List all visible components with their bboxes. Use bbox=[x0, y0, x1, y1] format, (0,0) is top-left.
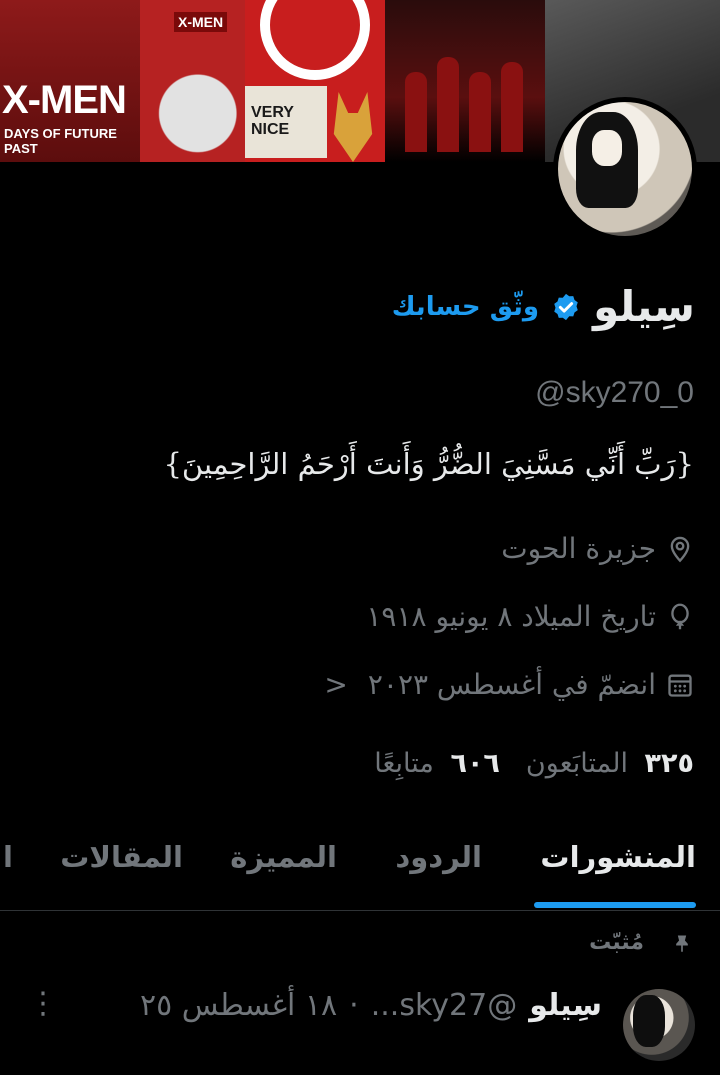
profile-location-row: جزيرة الحوت bbox=[501, 532, 694, 565]
profile-birth-row: تاريخ الميلاد ٨ يونيو ١٩١٨ bbox=[366, 600, 694, 633]
profile-joined-row[interactable]: انضمّ في أغسطس ٢٠٢٣ < bbox=[324, 668, 694, 701]
verified-badge-icon bbox=[554, 293, 578, 320]
profile-tabs: المنشورات الردود المميزة المقالات ا bbox=[0, 840, 720, 910]
banner-quote-text: VERY NICE bbox=[251, 104, 294, 138]
followers-stat[interactable]: ٣٢٥ المتابَعون bbox=[526, 748, 694, 779]
tab-articles[interactable]: المقالات bbox=[60, 840, 183, 910]
banner-figure bbox=[469, 72, 491, 152]
followers-label: المتابَعون bbox=[525, 748, 628, 779]
tweet-author-name[interactable]: سِيلو bbox=[529, 988, 602, 1023]
banner-poster-subtitle: DAYS OF FUTURE PAST bbox=[4, 126, 117, 156]
tweet-avatar-hair bbox=[633, 995, 665, 1047]
avatar-image bbox=[558, 102, 692, 236]
avatar-face bbox=[592, 130, 622, 166]
verify-account-link[interactable]: وثّق حسابك bbox=[392, 292, 539, 322]
following-label: متابِعًا bbox=[374, 748, 434, 779]
profile-birth-date: تاريخ الميلاد ٨ يونيو ١٩١٨ bbox=[366, 600, 656, 633]
banner-poster-red: VERY NICE bbox=[245, 0, 385, 162]
tweet-author-handle[interactable]: @sky27... bbox=[371, 988, 517, 1023]
profile-name-row: سِيلو وثّق حسابك bbox=[392, 282, 695, 331]
banner-figure bbox=[405, 72, 427, 152]
profile-stats: ٣٢٥ المتابَعون ٦٠٦ متابِعًا bbox=[374, 748, 694, 779]
tab-media[interactable]: ا bbox=[3, 840, 13, 910]
pinned-label: مُثبّت bbox=[589, 930, 644, 955]
calendar-icon bbox=[668, 674, 692, 697]
banner-poster-clock: X-MEN bbox=[140, 0, 245, 162]
banner-poster-title: X-MEN bbox=[2, 78, 127, 122]
tweet-header: سِيلو @sky27... · ١٨ أغسطس ٢٥ bbox=[140, 988, 602, 1023]
tweet-author-avatar[interactable] bbox=[623, 989, 695, 1061]
profile-name: سِيلو bbox=[593, 282, 695, 331]
banner-x-logo-circle bbox=[260, 0, 370, 80]
pinned-indicator: مُثبّت bbox=[589, 930, 692, 955]
location-icon bbox=[670, 536, 690, 562]
profile-avatar[interactable] bbox=[553, 97, 697, 241]
tab-highlights[interactable]: المميزة bbox=[230, 840, 337, 910]
tweet-date[interactable]: ١٨ أغسطس ٢٥ bbox=[140, 988, 337, 1023]
chevron-icon[interactable]: < bbox=[324, 668, 347, 701]
banner-poster-xmen: X-MEN DAYS OF FUTURE PAST bbox=[0, 0, 140, 162]
active-tab-indicator bbox=[534, 902, 696, 908]
banner-wolverine-figure bbox=[333, 92, 373, 162]
tabs-divider bbox=[0, 910, 720, 911]
following-stat[interactable]: ٦٠٦ متابِعًا bbox=[374, 748, 500, 779]
followers-count: ٣٢٥ bbox=[644, 748, 694, 779]
banner-poster-group bbox=[385, 0, 545, 162]
tab-replies[interactable]: الردود bbox=[395, 840, 482, 910]
following-count: ٦٠٦ bbox=[450, 748, 500, 779]
banner-figure bbox=[437, 57, 459, 152]
pin-icon bbox=[676, 935, 688, 952]
profile-joined-date: انضمّ في أغسطس ٢٠٢٣ bbox=[367, 668, 656, 701]
banner-figure bbox=[501, 62, 523, 152]
tweet-meta-separator: · bbox=[349, 988, 359, 1023]
tab-posts[interactable]: المنشورات bbox=[540, 840, 696, 910]
banner-quote-card: VERY NICE bbox=[245, 86, 327, 158]
profile-location: جزيرة الحوت bbox=[501, 532, 656, 565]
more-icon[interactable]: ⋮ bbox=[28, 986, 58, 1021]
birthday-balloon-icon bbox=[671, 603, 689, 629]
profile-handle: @sky270_0 bbox=[535, 376, 694, 409]
profile-bio: {رَبِّ أَنِّي مَسَّنِيَ الضُّرُّ وَأَنتَ… bbox=[163, 447, 694, 481]
banner-poster-logo: X-MEN bbox=[174, 12, 228, 32]
